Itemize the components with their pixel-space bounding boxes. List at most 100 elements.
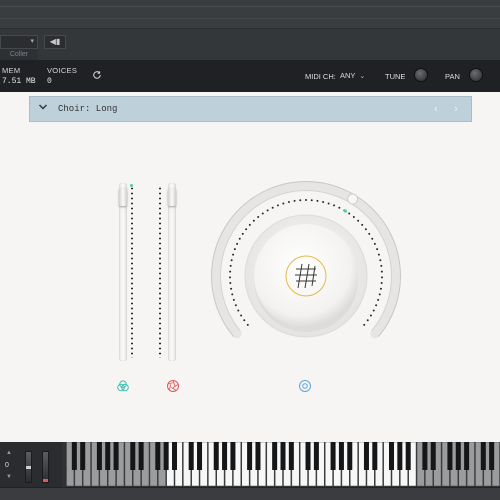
black-key[interactable]: [405, 442, 411, 470]
black-key[interactable]: [71, 442, 77, 470]
host-divider: [0, 18, 500, 19]
knob-scale-dot: [236, 242, 239, 245]
black-key[interactable]: [138, 442, 144, 470]
chevron-down-icon[interactable]: [38, 102, 48, 112]
aperture-icon[interactable]: [166, 379, 180, 393]
black-key[interactable]: [213, 442, 219, 470]
black-key[interactable]: [188, 442, 194, 470]
knob-scale-dot: [276, 204, 279, 207]
next-preset-button[interactable]: ›: [454, 103, 458, 115]
black-key[interactable]: [288, 442, 294, 470]
black-key[interactable]: [163, 442, 169, 470]
knob-scale-dot: [380, 264, 383, 267]
keyboard-footer: [0, 487, 500, 500]
black-key[interactable]: [489, 442, 495, 470]
knob-indicator: [343, 209, 347, 213]
knob-scale-dot: [245, 228, 248, 231]
knob-scale-dot: [373, 242, 376, 245]
harmony-icon[interactable]: [116, 379, 130, 393]
target-icon[interactable]: [298, 379, 312, 393]
knob-scale-dot: [229, 264, 232, 267]
knob-scale-dot: [266, 209, 269, 212]
knob-scale-dot: [229, 270, 232, 273]
slider-1-thumb[interactable]: [119, 187, 127, 206]
black-key[interactable]: [96, 442, 102, 470]
knob-scale-dot: [377, 298, 380, 301]
host-nav-button[interactable]: ◀▮: [44, 35, 66, 49]
black-key[interactable]: [480, 442, 486, 470]
black-key[interactable]: [372, 442, 378, 470]
black-key[interactable]: [155, 442, 161, 470]
octave-down-icon[interactable]: ▼: [6, 474, 12, 480]
slider-2-thumb[interactable]: [168, 187, 176, 206]
piano-keyboard[interactable]: [66, 442, 500, 487]
black-key[interactable]: [397, 442, 403, 470]
knob-scale-dot: [368, 232, 371, 235]
black-key[interactable]: [330, 442, 336, 470]
host-title-strip: [0, 0, 500, 28]
knob-scale-dot: [372, 309, 375, 312]
preset-selector[interactable]: Choir: Long ‹ ›: [29, 96, 472, 122]
black-key[interactable]: [222, 442, 228, 470]
tune-label: TUNE: [385, 72, 406, 81]
tune-knob[interactable]: [414, 68, 428, 82]
knob-scale-dot: [230, 287, 233, 290]
black-key[interactable]: [272, 442, 278, 470]
black-key[interactable]: [113, 442, 119, 470]
octave-value: 0: [5, 462, 9, 469]
knob-scale-dot: [287, 200, 290, 203]
slider-2-scale: [159, 186, 161, 358]
black-key[interactable]: [313, 442, 319, 470]
black-key[interactable]: [363, 442, 369, 470]
octave-up-icon[interactable]: ▲: [6, 450, 12, 456]
black-key[interactable]: [255, 442, 261, 470]
slider-1-track[interactable]: [119, 183, 127, 361]
black-key[interactable]: [455, 442, 461, 470]
host-divider: [0, 6, 500, 7]
voices-value: 0: [47, 77, 52, 86]
knob-scale-dot: [352, 215, 355, 218]
black-key[interactable]: [80, 442, 86, 470]
knob-scale-dot: [327, 202, 330, 205]
knob-scale-dot: [380, 270, 383, 273]
knob-scale-dot: [361, 223, 364, 226]
black-key[interactable]: [338, 442, 344, 470]
previous-preset-button[interactable]: ‹: [434, 103, 438, 115]
refresh-icon[interactable]: [92, 70, 102, 80]
knob-scale-dot: [271, 206, 274, 209]
black-key[interactable]: [430, 442, 436, 470]
black-key[interactable]: [197, 442, 203, 470]
black-key[interactable]: [389, 442, 395, 470]
black-key[interactable]: [464, 442, 470, 470]
knob-scale-dot: [305, 199, 307, 201]
black-key[interactable]: [347, 442, 353, 470]
midi-channel-value: ANY: [340, 71, 356, 80]
black-key[interactable]: [447, 442, 453, 470]
pan-knob[interactable]: [469, 68, 483, 82]
slider-1-indicator: [130, 184, 133, 187]
main-knob[interactable]: [208, 178, 404, 374]
black-key[interactable]: [422, 442, 428, 470]
knob-scale-dot: [375, 304, 378, 307]
mod-wheel[interactable]: [42, 451, 49, 483]
midi-channel-select[interactable]: ANY ⌄: [340, 71, 365, 80]
mem-value: 7.51 MB: [2, 77, 36, 86]
slider-2-track[interactable]: [168, 183, 176, 361]
chevron-down-icon: ⌄: [359, 73, 366, 80]
black-key[interactable]: [130, 442, 136, 470]
knob-scale-dot: [232, 253, 235, 256]
black-key[interactable]: [105, 442, 111, 470]
knob-scale-dot: [322, 200, 325, 203]
knob-scale-dot: [348, 212, 351, 215]
pitch-wheel[interactable]: [25, 451, 32, 483]
knob-scale-dot: [238, 237, 241, 240]
black-key[interactable]: [172, 442, 178, 470]
black-key[interactable]: [230, 442, 236, 470]
knob-scale-dot: [257, 215, 260, 218]
black-key[interactable]: [247, 442, 253, 470]
midi-channel-label: MIDI CH:: [305, 72, 336, 81]
knob-scale-dot: [243, 319, 246, 322]
black-key[interactable]: [305, 442, 311, 470]
black-key[interactable]: [280, 442, 286, 470]
host-preset-dropdown[interactable]: ▾: [0, 35, 38, 49]
